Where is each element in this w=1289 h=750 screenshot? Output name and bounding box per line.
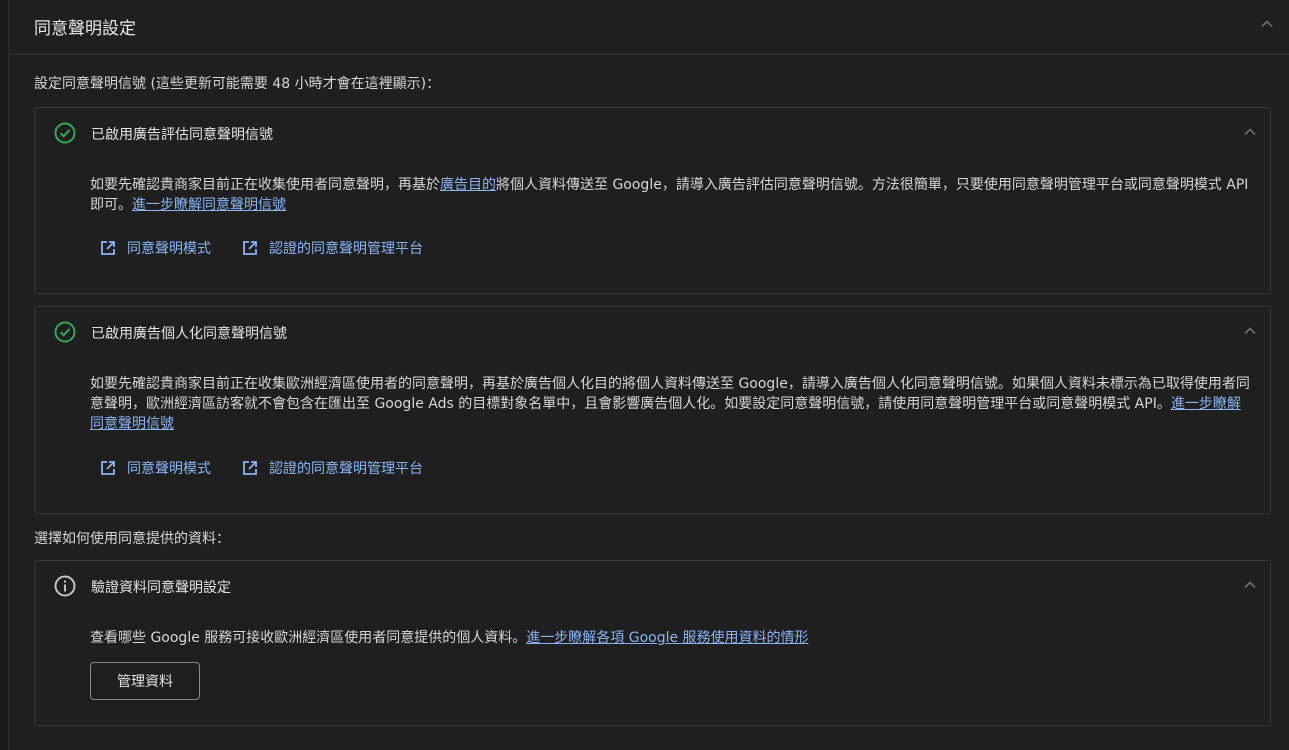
- chevron-up-icon[interactable]: [1242, 577, 1258, 593]
- open-in-new-icon: [243, 241, 257, 255]
- link-label: 同意聲明模式: [127, 461, 211, 477]
- card-title: 驗證資料同意聲明設定: [91, 580, 231, 596]
- chevron-up-icon[interactable]: [1242, 124, 1258, 140]
- panel-title: 同意聲明設定: [34, 19, 136, 39]
- card-description: 如要先確認貴商家目前正在收集使用者同意聲明，再基於廣告目的將個人資料傳送至 Go…: [90, 175, 1250, 215]
- info-icon: [53, 574, 77, 598]
- certified-cmp-link[interactable]: 認證的同意聲明管理平台: [241, 238, 423, 258]
- consent-mode-link[interactable]: 同意聲明模式: [99, 458, 211, 478]
- open-in-new-icon: [101, 461, 115, 475]
- link-label: 同意聲明模式: [127, 241, 211, 257]
- learn-more-data-usage-link[interactable]: 進一步瞭解各項 Google 服務使用資料的情形: [526, 630, 808, 646]
- ad-purpose-link[interactable]: 廣告目的: [440, 177, 496, 193]
- description-text: 如要先確認貴商家目前正在收集使用者同意聲明，再基於: [90, 177, 440, 193]
- description-text: 查看哪些 Google 服務可接收歐洲經濟區使用者同意提供的個人資料。: [90, 630, 527, 646]
- chevron-up-icon[interactable]: [1259, 16, 1275, 32]
- consent-signals-intro: 設定同意聲明信號 (這些更新可能需要 48 小時才會在這裡顯示)：: [34, 76, 441, 92]
- verify-data-consent-card: 驗證資料同意聲明設定 查看哪些 Google 服務可接收歐洲經濟區使用者同意提供…: [34, 560, 1271, 726]
- learn-more-consent-signals-link[interactable]: 進一步瞭解同意聲明信號: [132, 197, 286, 213]
- card-description: 如要先確認貴商家目前正在收集歐洲經濟區使用者的同意聲明，再基於廣告個人化目的將個…: [90, 374, 1250, 434]
- chevron-up-icon[interactable]: [1242, 323, 1258, 339]
- open-in-new-icon: [101, 241, 115, 255]
- description-text: 如要先確認貴商家目前正在收集歐洲經濟區使用者的同意聲明，再基於廣告個人化目的將個…: [90, 376, 1250, 412]
- check-circle-icon: [53, 320, 77, 344]
- open-in-new-icon: [243, 461, 257, 475]
- ad-measurement-consent-card: 已啟用廣告評估同意聲明信號 如要先確認貴商家目前正在收集使用者同意聲明，再基於廣…: [34, 107, 1271, 294]
- manage-data-button[interactable]: 管理資料: [90, 662, 200, 700]
- ad-personalization-consent-card: 已啟用廣告個人化同意聲明信號 如要先確認貴商家目前正在收集歐洲經濟區使用者的同意…: [34, 306, 1271, 514]
- certified-cmp-link[interactable]: 認證的同意聲明管理平台: [241, 458, 423, 478]
- card-title: 已啟用廣告個人化同意聲明信號: [91, 326, 287, 342]
- data-usage-label: 選擇如何使用同意提供的資料：: [34, 531, 230, 547]
- card-description: 查看哪些 Google 服務可接收歐洲經濟區使用者同意提供的個人資料。進一步瞭解…: [90, 628, 1250, 648]
- panel-header[interactable]: 同意聲明設定: [9, 0, 1289, 55]
- consent-mode-link[interactable]: 同意聲明模式: [99, 238, 211, 258]
- check-circle-icon: [53, 121, 77, 145]
- card-title: 已啟用廣告評估同意聲明信號: [91, 127, 273, 143]
- link-label: 認證的同意聲明管理平台: [269, 461, 423, 477]
- consent-settings-panel: 同意聲明設定 設定同意聲明信號 (這些更新可能需要 48 小時才會在這裡顯示)：…: [8, 0, 1289, 750]
- link-label: 認證的同意聲明管理平台: [269, 241, 423, 257]
